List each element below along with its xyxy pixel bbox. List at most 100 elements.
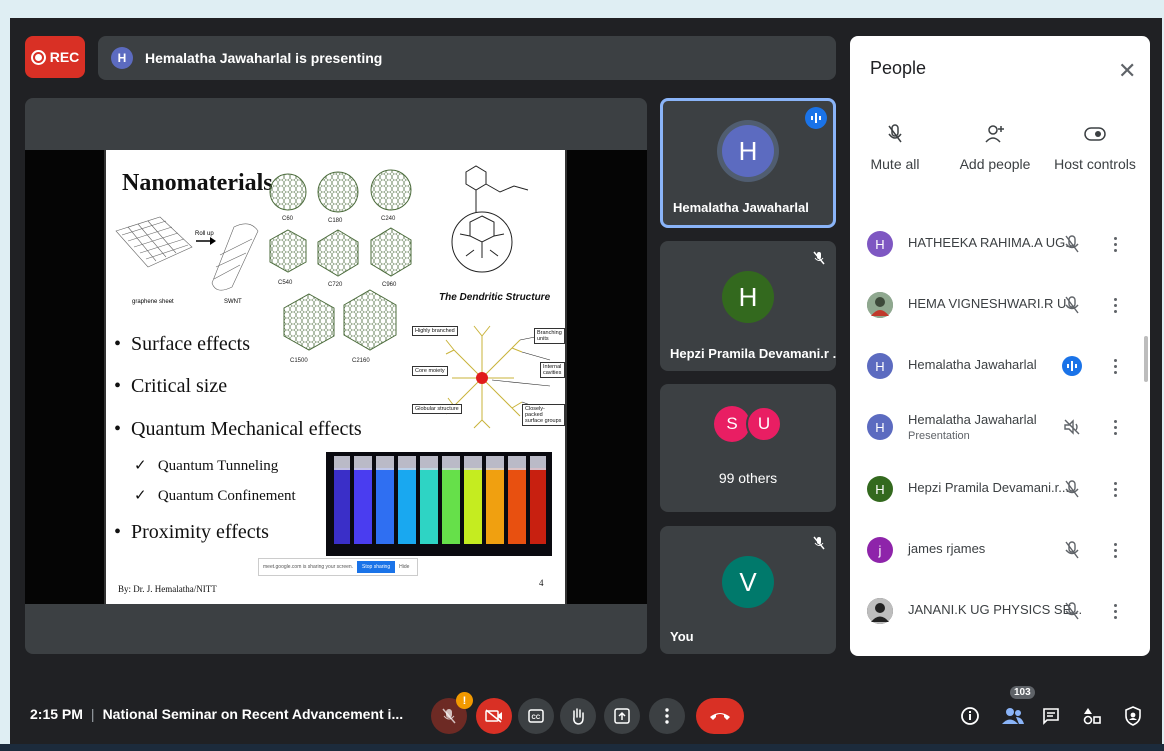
participant-tile[interactable]: H Hemalatha Jawaharlal: [660, 98, 836, 228]
present-button[interactable]: [604, 698, 640, 734]
graphene-illustration: Roll up graphene sheet SWNT: [115, 216, 259, 305]
participant-name: Hemalatha Jawaharlal: [908, 357, 1037, 372]
toggle-icon: [1050, 120, 1140, 148]
swnt-label: SWNT: [224, 299, 242, 305]
participant-tile[interactable]: H Hepzi Pramila Devamani.r ...: [660, 241, 836, 371]
participant-avatar: H: [867, 414, 893, 440]
participant-name: Hemalatha Jawaharlal: [908, 412, 1037, 427]
more-options-button[interactable]: [649, 698, 685, 734]
dendritic-label: Branching units: [534, 328, 565, 345]
hide-button[interactable]: Hide: [399, 564, 409, 570]
meeting-title: National Seminar on Recent Advancement i…: [102, 706, 404, 722]
fullerene-label: C240: [381, 216, 396, 222]
more-options-icon[interactable]: [1110, 354, 1120, 378]
list-item[interactable]: H Hemalatha Jawaharlal Presentation: [850, 407, 1150, 447]
more-options-icon[interactable]: [1110, 599, 1120, 623]
participant-name: Hepzi Pramila Devamani.r...: [908, 480, 1070, 495]
clock: 2:15 PM: [30, 706, 83, 722]
participant-avatar: S: [714, 406, 750, 442]
host-controls-button[interactable]: Host controls: [1050, 120, 1140, 172]
participant-avatar: V: [722, 556, 774, 608]
participant-avatar: H: [867, 231, 893, 257]
participant-name: HATHEEKA RAHIMA.A UG...: [908, 235, 1077, 250]
roll-up-label: Roll up: [195, 231, 214, 237]
slide: Nanomaterials Roll up graphene sheet SWN…: [104, 150, 567, 604]
slide-page-number: 4: [539, 578, 544, 588]
fullerene-label: C1500: [290, 358, 308, 364]
activities-button[interactable]: [1080, 704, 1104, 728]
participant-subtitle: Presentation: [908, 430, 970, 442]
mic-off-icon: [808, 532, 830, 554]
participant-name: HEMA VIGNESHWARI.R U...: [908, 296, 1078, 311]
participant-avatar: H: [722, 271, 774, 323]
self-tile[interactable]: V You: [660, 526, 836, 654]
dendritic-label: Closely-packed surface groups: [522, 404, 565, 427]
add-people-button[interactable]: Add people: [950, 120, 1040, 172]
raise-hand-button[interactable]: [560, 698, 596, 734]
participant-name: You: [670, 629, 694, 644]
more-icon: [665, 708, 669, 724]
slide-sub-bullet: ✓ Quantum Confinement: [134, 488, 296, 504]
close-icon[interactable]: ✕: [1118, 58, 1136, 84]
participant-avatar: H: [867, 476, 893, 502]
more-options-icon[interactable]: [1110, 293, 1120, 317]
leave-call-button[interactable]: [696, 698, 744, 734]
list-item[interactable]: HEMA VIGNESHWARI.R U...: [850, 285, 1150, 325]
participant-avatar: U: [746, 406, 782, 442]
presentation-tile[interactable]: Nanomaterials Roll up graphene sheet SWN…: [25, 98, 647, 654]
slide-bullet: • Surface effects: [114, 333, 251, 355]
camera-toggle-button[interactable]: [476, 698, 512, 734]
chat-icon: [1043, 708, 1059, 725]
list-item[interactable]: JANANI.K UG PHYSICS SE...: [850, 591, 1150, 631]
record-icon: [30, 49, 46, 65]
info-icon: [961, 707, 979, 725]
meet-stage: REC H Hemalatha Jawaharlal is presenting…: [10, 18, 1162, 744]
person-add-icon: [950, 120, 1040, 148]
leave-call-icon: [710, 713, 730, 720]
more-options-icon[interactable]: [1110, 538, 1120, 562]
list-item[interactable]: H HATHEEKA RAHIMA.A UG...: [850, 224, 1150, 264]
meeting-details: 2:15 PM | National Seminar on Recent Advan…: [30, 706, 404, 722]
present-icon: [614, 708, 630, 724]
activities-icon: [1083, 708, 1101, 725]
presentation-screen: Nanomaterials Roll up graphene sheet SWN…: [25, 150, 647, 604]
fullerene-label: C180: [328, 218, 343, 224]
volume-off-icon: [1060, 415, 1084, 439]
graphene-label: graphene sheet: [132, 299, 174, 305]
scrollbar[interactable]: [1144, 336, 1148, 382]
dendritic-label: Globular structure: [412, 404, 462, 415]
list-item[interactable]: j james rjames: [850, 530, 1150, 570]
mic-off-icon: [1060, 599, 1084, 623]
participant-avatar: H: [722, 125, 774, 177]
captions-button[interactable]: CC: [518, 698, 554, 734]
quantum-dot-vials-photo: [326, 452, 552, 556]
meeting-info-button[interactable]: [958, 704, 982, 728]
mute-all-label: Mute all: [870, 156, 920, 172]
more-options-icon[interactable]: [1110, 477, 1120, 501]
bottom-bar: 2:15 PM | National Seminar on Recent Advan…: [10, 668, 1162, 744]
people-button[interactable]: [1001, 704, 1025, 728]
mic-off-icon: [808, 247, 830, 269]
recording-badge: REC: [25, 36, 85, 78]
add-people-label: Add people: [959, 156, 1031, 172]
presenting-text: Hemalatha Jawaharlal is presenting: [145, 50, 383, 66]
host-controls-toolbar-button[interactable]: [1121, 704, 1145, 728]
stop-sharing-button[interactable]: Stop sharing: [357, 561, 396, 573]
fullerene-label: C60: [282, 216, 294, 222]
participant-count-badge: 103: [1010, 686, 1035, 699]
participant-photo-avatar: [867, 598, 893, 624]
more-options-icon[interactable]: [1110, 415, 1120, 439]
slide-sub-bullet: ✓ Quantum Tunneling: [134, 458, 279, 474]
list-item[interactable]: H Hemalatha Jawaharlal: [850, 346, 1150, 386]
fullerene-label: C960: [382, 282, 397, 288]
chat-button[interactable]: [1039, 704, 1063, 728]
participant-name: james rjames: [908, 541, 986, 556]
slide-bullet: • Critical size: [114, 375, 228, 397]
others-tile[interactable]: S U 99 others: [660, 384, 836, 512]
mute-all-button[interactable]: Mute all: [850, 120, 940, 172]
raise-hand-icon: [573, 708, 584, 725]
os-taskbar: [0, 744, 1164, 751]
more-options-icon[interactable]: [1110, 232, 1120, 256]
list-item[interactable]: H Hepzi Pramila Devamani.r...: [850, 469, 1150, 509]
speaking-icon: [1060, 354, 1084, 378]
